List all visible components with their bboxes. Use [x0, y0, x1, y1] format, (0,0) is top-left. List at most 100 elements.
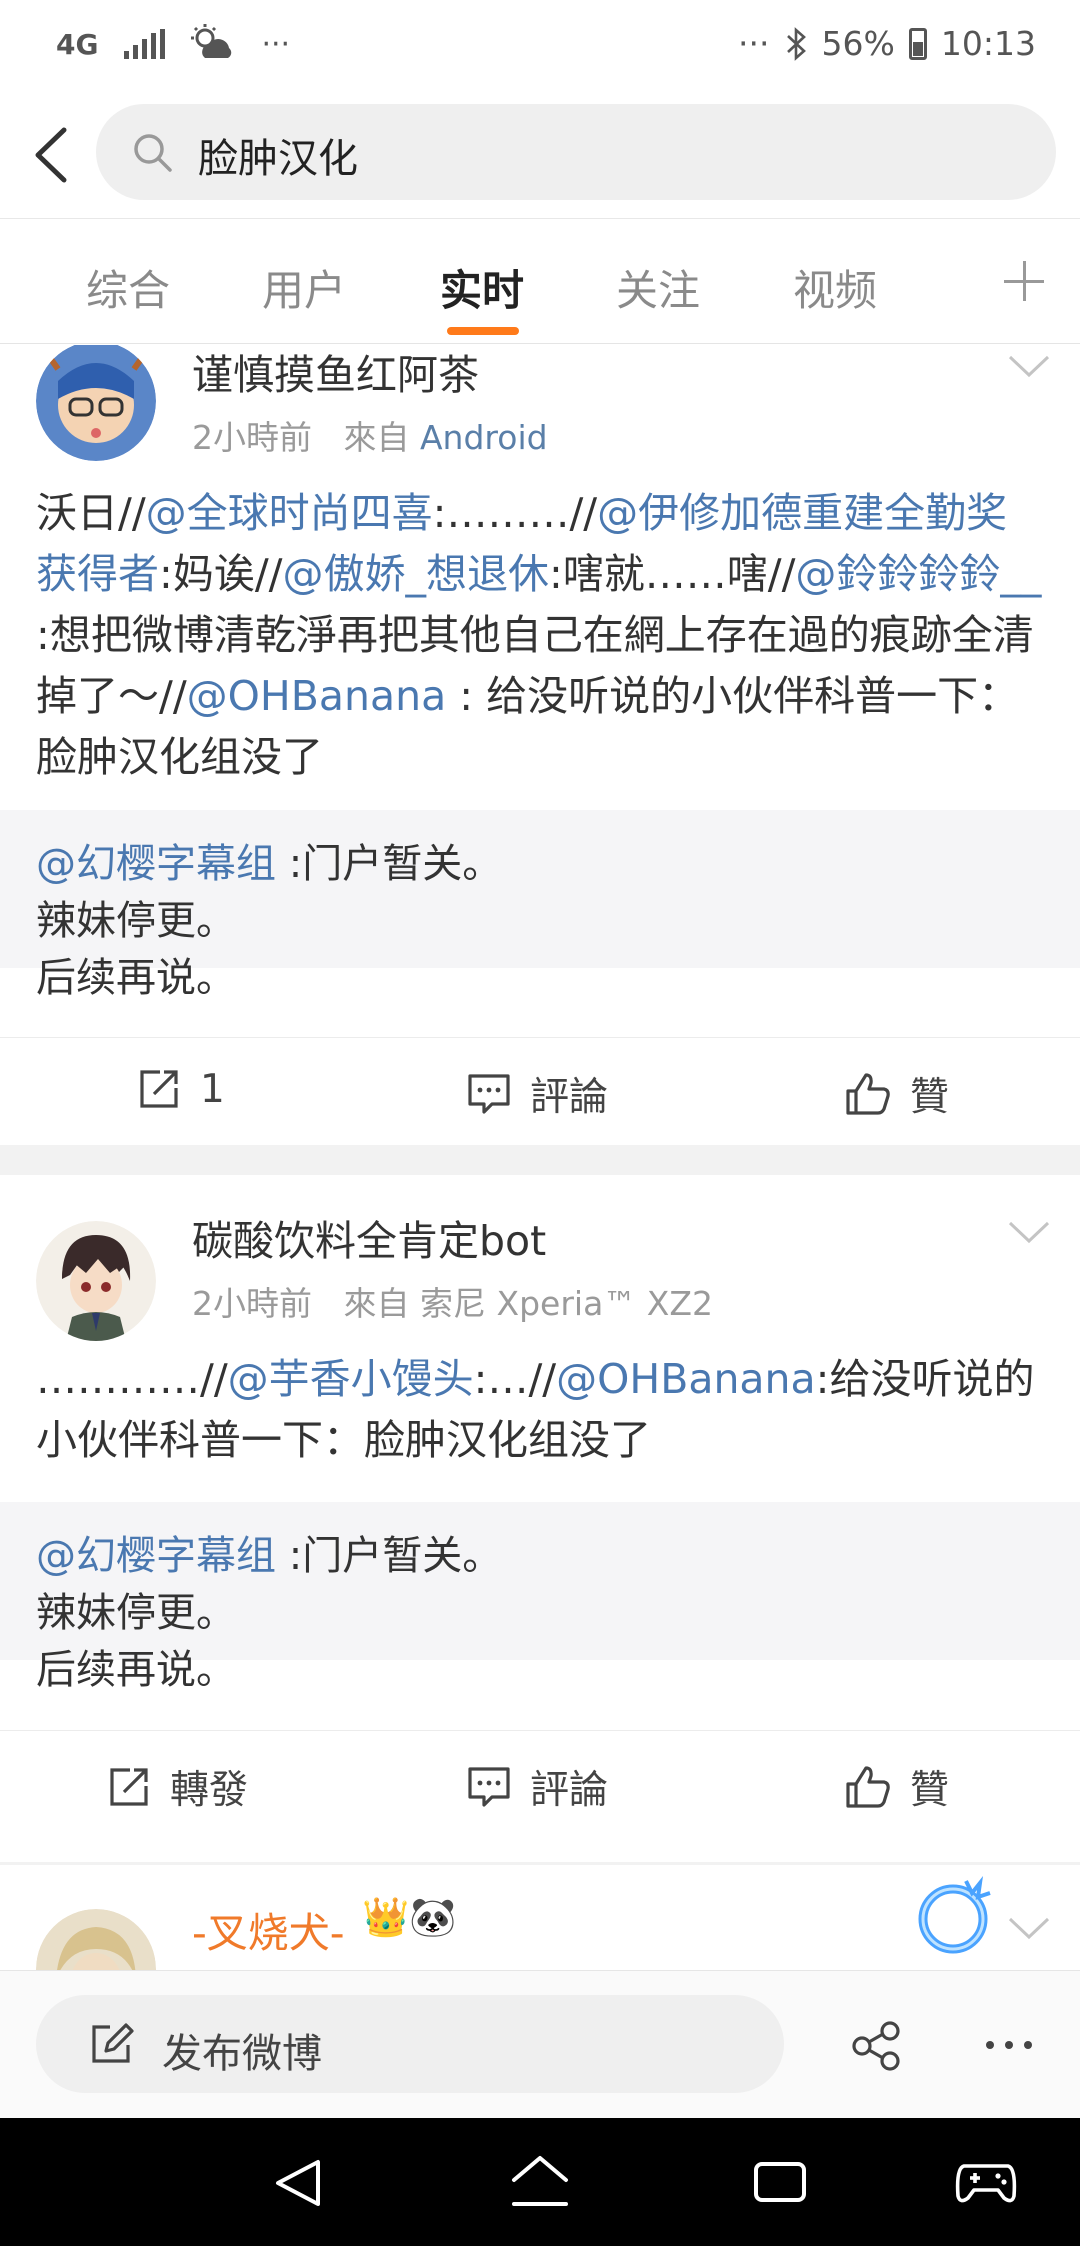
quote-line: 后续再说。	[36, 1647, 236, 1693]
quote-line: :门户暂关。	[288, 841, 503, 887]
repost-icon	[140, 1070, 178, 1108]
chevron-down-icon[interactable]	[1008, 353, 1050, 379]
nav-back-icon[interactable]	[272, 2156, 326, 2210]
mention-link[interactable]: @全球时尚四喜	[146, 489, 433, 537]
author-badges: 👑🐼	[362, 1895, 457, 1939]
battery-icon	[908, 27, 927, 60]
post-source[interactable]: Android	[420, 418, 548, 457]
tab-bar: 综合 用户 实时 关注 视频	[0, 218, 1080, 344]
quote-line: :门户暂关。	[288, 1533, 503, 1579]
thumbs-up-icon	[846, 1766, 890, 1808]
edit-icon	[92, 2023, 134, 2063]
active-tab-indicator	[447, 327, 519, 335]
avatar-image	[36, 345, 156, 461]
more-options-icon[interactable]	[984, 2037, 1034, 2053]
post-text-segment: :…//	[473, 1355, 557, 1403]
post-author[interactable]: 谨慎摸鱼红阿茶	[192, 345, 479, 401]
repost-icon	[110, 1768, 148, 1806]
post-card[interactable]: 谨慎摸鱼红阿茶 2小時前 來自 Android 沃日//@全球时尚四喜:………/…	[0, 345, 1080, 1145]
avatar[interactable]	[36, 1909, 156, 1970]
like-label: 贊	[910, 1768, 950, 1813]
mention-link[interactable]: @OHBanana	[556, 1355, 816, 1403]
like-button[interactable]: 贊	[844, 1066, 949, 1122]
like-button[interactable]: 贊	[844, 1759, 949, 1815]
post-source[interactable]: 索尼 Xperia™ XZ2	[420, 1284, 713, 1323]
back-arrow-icon[interactable]	[24, 120, 84, 190]
chevron-down-icon[interactable]	[1008, 1219, 1050, 1245]
add-tab-icon[interactable]	[1004, 261, 1044, 301]
system-nav-bar	[0, 2118, 1080, 2246]
post-time: 2小時前	[192, 1284, 312, 1323]
quoted-post[interactable]: @幻樱字幕组 :门户暂关。 辣妹停更。 后续再说。	[0, 810, 1080, 1001]
status-notif-dots: ···	[738, 24, 770, 63]
comment-label: 評論	[530, 1075, 609, 1120]
quoted-author[interactable]: @幻樱字幕组	[36, 1533, 276, 1579]
mention-link[interactable]: @芋香小馒头	[228, 1355, 474, 1403]
repost-label: 轉發	[170, 1768, 249, 1813]
chevron-down-icon[interactable]	[1008, 1915, 1050, 1941]
repost-label: 1	[200, 1066, 225, 1112]
post-text-segment: …………//	[36, 1355, 228, 1403]
like-label: 贊	[910, 1075, 950, 1120]
post-text-segment: :妈诶//	[159, 550, 283, 598]
repost-button[interactable]: 1	[136, 1066, 225, 1112]
compose-label: 发布微博	[162, 2031, 322, 2077]
quote-line: 辣妹停更。	[36, 898, 236, 944]
quoted-author[interactable]: @幻樱字幕组	[36, 841, 276, 887]
comment-label: 評論	[530, 1768, 609, 1813]
nav-home-icon[interactable]	[510, 2154, 570, 2210]
post-from-label: 來自	[343, 418, 410, 457]
repost-button[interactable]: 轉發	[106, 1759, 248, 1815]
post-time: 2小時前	[192, 418, 312, 457]
avatar-image	[36, 1909, 156, 1970]
comment-button[interactable]: 評論	[466, 1759, 608, 1815]
comment-button[interactable]: 評論	[466, 1066, 608, 1122]
comment-icon	[468, 1074, 510, 1114]
nav-recents-icon[interactable]	[752, 2156, 808, 2208]
network-type: 4G	[56, 27, 99, 61]
quote-line: 后续再说。	[36, 955, 236, 1001]
share-icon[interactable]	[850, 2021, 902, 2071]
avatar[interactable]	[36, 1221, 156, 1341]
mention-link[interactable]: @傲娇_想退休	[282, 550, 549, 598]
post-meta: 2小時前 來自 索尼 Xperia™ XZ2	[192, 1277, 713, 1325]
bottom-compose-bar: 发布微博	[0, 1970, 1080, 2118]
post-text-segment: 沃日//	[36, 489, 146, 537]
post-actions: 1 評論 贊	[0, 1037, 1080, 1143]
mention-link[interactable]: @OHBanana	[187, 672, 447, 720]
post-meta: 2小時前 來自 Android	[192, 411, 548, 459]
battery-percent: 56%	[821, 24, 895, 63]
post-text-segment: :嗐就……嗐//	[548, 550, 796, 598]
avatar[interactable]	[36, 345, 156, 461]
quoted-post[interactable]: @幻樱字幕组 :门户暂关。 辣妹停更。 后续再说。	[0, 1502, 1080, 1693]
search-icon	[134, 134, 172, 172]
status-bar: 4G ··· ··· 56% 10:13	[0, 0, 1080, 92]
ring-badge-icon	[918, 1876, 991, 1954]
post-card[interactable]: -叉烧犬- 👑🐼	[0, 1865, 1080, 1970]
search-input[interactable]: 脸肿汉化	[96, 104, 1056, 200]
tab-realtime[interactable]: 实时	[440, 257, 524, 318]
feed: 谨慎摸鱼红阿茶 2小時前 來自 Android 沃日//@全球时尚四喜:………/…	[0, 345, 1080, 1970]
post-author[interactable]: 碳酸饮料全肯定bot	[192, 1207, 546, 1267]
post-text: 沃日//@全球时尚四喜:………//@伊修加德重建全勤奖获得者:妈诶//@傲娇_想…	[36, 483, 1046, 788]
tab-following[interactable]: 关注	[616, 257, 700, 318]
post-from-label: 來自	[343, 1284, 410, 1323]
post-author[interactable]: -叉烧犬-	[192, 1899, 345, 1959]
tab-overall[interactable]: 综合	[86, 257, 170, 318]
quote-line: 辣妹停更。	[36, 1590, 236, 1636]
signal-icon	[124, 29, 166, 59]
bluetooth-icon	[786, 26, 806, 61]
search-query: 脸肿汉化	[198, 136, 358, 182]
game-controller-icon[interactable]	[954, 2156, 1018, 2208]
weather-icon	[191, 24, 232, 58]
post-card[interactable]: 碳酸饮料全肯定bot 2小時前 來自 索尼 Xperia™ XZ2 …………//…	[0, 1175, 1080, 1862]
clock: 10:13	[940, 24, 1036, 63]
mention-link[interactable]: @鈴鈴鈴鈴__	[795, 550, 1041, 598]
status-more-dots: ···	[261, 26, 291, 62]
tab-video[interactable]: 视频	[793, 257, 877, 318]
post-text: …………//@芋香小馒头:…//@OHBanana:给没听说的小伙伴科普一下：脸…	[36, 1349, 1046, 1471]
thumbs-up-icon	[846, 1073, 890, 1115]
compose-button[interactable]: 发布微博	[36, 1995, 784, 2093]
tab-users[interactable]: 用户	[262, 257, 346, 318]
avatar-image	[36, 1221, 156, 1341]
